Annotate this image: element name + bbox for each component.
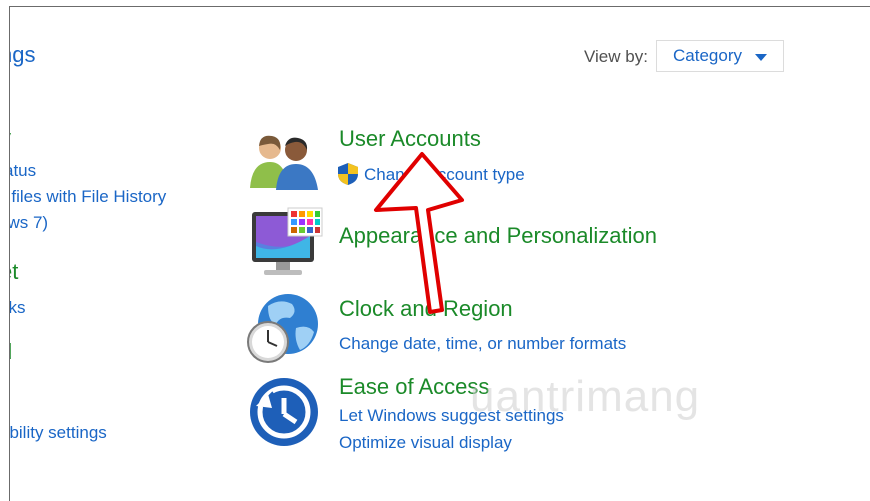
page-title: ngs (10, 42, 36, 67)
users-icon[interactable] (248, 132, 320, 192)
user-accounts-heading[interactable]: User Accounts (339, 126, 481, 152)
globe-clock-icon[interactable] (246, 292, 320, 366)
system-security-heading[interactable]: y (10, 125, 11, 151)
file-history-link[interactable]: r files with File History (10, 187, 166, 207)
change-date-time-formats-link[interactable]: Change date, time, or number formats (339, 334, 626, 354)
ease-of-access-icon[interactable] (248, 376, 320, 448)
chevron-down-icon (755, 54, 767, 61)
left-pane: ngs y atus r files with File History ows… (10, 7, 230, 501)
ease-of-access-heading[interactable]: Ease of Access (339, 374, 489, 400)
watermark-text: uantrimang (470, 372, 701, 421)
network-tasks-link[interactable]: sks (10, 298, 26, 318)
view-by-label: View by: (584, 47, 648, 66)
backup-restore-link[interactable]: ows 7) (10, 213, 48, 233)
annotation-arrow-icon (374, 152, 464, 314)
mobility-settings-link[interactable]: obility settings (10, 423, 107, 443)
view-by-dropdown[interactable]: Category (656, 40, 784, 72)
hardware-sound-heading[interactable]: d (10, 339, 12, 365)
shield-icon (338, 163, 358, 185)
optimize-visual-display-link[interactable]: Optimize visual display (339, 433, 512, 453)
monitor-palette-icon[interactable] (248, 206, 324, 282)
view-by-value: Category (673, 46, 742, 65)
review-status-link[interactable]: atus (10, 161, 36, 181)
network-internet-heading[interactable]: et (10, 259, 18, 285)
